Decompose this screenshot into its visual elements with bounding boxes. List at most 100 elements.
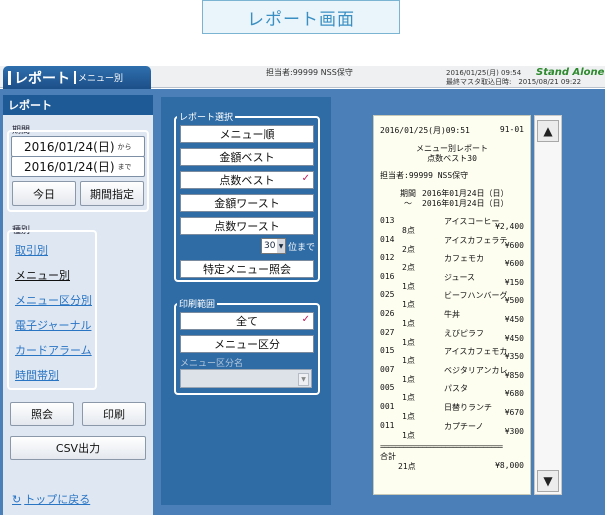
csv-export-button[interactable]: CSV出力: [10, 436, 146, 460]
receipt-datetime: 2016/01/25(月)09:51: [380, 126, 470, 135]
kind-link-transaction[interactable]: 取引別: [15, 242, 48, 258]
receipt-item-name: 日替りランチ: [444, 403, 492, 412]
receipt-item-qty: 1点: [402, 374, 415, 384]
back-to-top-link[interactable]: ↻ トップに戻る: [12, 491, 90, 507]
receipt-item-code: 014: [380, 234, 395, 244]
receipt-item-code: 026: [380, 309, 395, 318]
receipt-item-amount: ¥2,400: [495, 222, 524, 231]
receipt-item-name: パスタ: [444, 384, 468, 394]
report-btn-qty-worst-label: 点数ワースト: [214, 220, 280, 233]
inquiry-button[interactable]: 照会: [10, 402, 74, 426]
receipt-item-code: 016: [380, 271, 395, 281]
receipt-item-code: 012: [380, 253, 395, 263]
scroll-up-button[interactable]: ▲: [537, 120, 559, 142]
check-icon: ✓: [301, 173, 310, 184]
report-btn-amount-best[interactable]: 金額ベスト: [180, 148, 314, 166]
tab-title: レポート: [14, 70, 70, 87]
receipt-item-amount: ¥350: [504, 352, 524, 362]
report-btn-amount-worst-label: 金額ワースト: [214, 197, 280, 210]
receipt-staff: 担当者:99999 NSS保守: [380, 171, 469, 180]
receipt-item-code: 001: [380, 402, 395, 411]
receipt-item-qty: 1点: [402, 412, 415, 421]
receipt-item-name: ジュース: [444, 272, 476, 282]
print-button[interactable]: 印刷: [82, 402, 146, 426]
report-btn-menu-order-label: メニュー順: [219, 128, 275, 141]
report-btn-qty-best[interactable]: 点数ベスト ✓: [180, 171, 314, 189]
back-to-top-label: トップに戻る: [24, 493, 91, 506]
receipt-terminal: 91-01: [499, 125, 524, 134]
date-to-field[interactable]: 2016/01/24(日) まで: [11, 156, 145, 177]
special-menu-inquiry-button[interactable]: 特定メニュー照会: [180, 260, 314, 278]
receipt-total-qty: 21点: [398, 462, 416, 471]
report-btn-amount-best-label: 金額ベスト: [219, 151, 275, 164]
receipt-item-code: 015: [380, 346, 395, 356]
receipt-separator: ================================: [380, 442, 503, 451]
rank-limit-value: 30: [264, 241, 276, 251]
kind-link-card-alarm[interactable]: カードアラーム: [15, 342, 92, 358]
date-from-suffix: から: [117, 142, 132, 151]
print-range-label: 印刷範囲: [177, 297, 218, 310]
left-panel-title: レポート: [3, 95, 153, 115]
range-btn-all-label: 全て: [236, 315, 258, 328]
date-to-suffix: まで: [117, 162, 132, 171]
date-from-field[interactable]: 2016/01/24(日) から: [11, 136, 145, 157]
header-master-fetch: 最終マスタ取込日時: 2015/08/21 09:22: [446, 78, 582, 86]
screen-caption: レポート画面: [202, 0, 400, 34]
tab-marker: [8, 70, 11, 85]
today-button[interactable]: 今日: [12, 181, 76, 206]
receipt-item-name: 牛丼: [444, 310, 460, 319]
receipt-period-tilde: ～: [404, 199, 412, 208]
report-select-label: レポート選択: [177, 110, 236, 123]
kind-link-menu[interactable]: メニュー別: [15, 267, 70, 283]
chevron-down-icon: ▼: [277, 239, 285, 253]
receipt-item-code: 011: [380, 420, 395, 430]
rank-limit-select[interactable]: 30 ▼: [261, 238, 286, 254]
receipt-subtitle: 点数ベスト30: [427, 154, 477, 163]
receipt-item-code: 027: [380, 327, 395, 337]
receipt-item-name: アイスコーヒー: [444, 217, 500, 226]
receipt-item-name: アイスカフェモカ: [444, 347, 508, 357]
report-btn-amount-worst[interactable]: 金額ワースト: [180, 194, 314, 212]
receipt-item-code: 007: [380, 364, 395, 374]
kind-link-time-zone[interactable]: 時間帯別: [15, 367, 59, 383]
receipt-item-qty: 1点: [402, 337, 415, 347]
category-name-label: メニュー区分名: [180, 359, 244, 369]
receipt-item-amount: ¥600: [504, 259, 524, 269]
receipt-item-qty: 2点: [402, 263, 415, 273]
receipt-item-amount: ¥680: [504, 389, 524, 399]
range-btn-menu-category[interactable]: メニュー区分: [180, 335, 314, 353]
kind-link-menu-category[interactable]: メニュー区分別: [15, 292, 92, 308]
receipt-item-name: えびピラフ: [444, 328, 484, 338]
receipt-item-amount: ¥450: [504, 333, 524, 343]
header-staff: 担当者:99999 NSS保守: [266, 68, 353, 77]
receipt-item-code: 025: [380, 290, 395, 300]
receipt-item-name: ビーフハンバーグ: [444, 291, 508, 301]
tab-subtitle: メニュー別: [74, 71, 123, 84]
report-btn-menu-order[interactable]: メニュー順: [180, 125, 314, 143]
receipt-item-qty: 8点: [402, 226, 415, 235]
kind-link-e-journal[interactable]: 電子ジャーナル: [15, 317, 91, 333]
receipt-scrollbar[interactable]: [534, 115, 562, 495]
receipt-item-amount: ¥670: [504, 408, 524, 417]
report-btn-qty-worst[interactable]: 点数ワースト: [180, 217, 314, 235]
receipt-item-name: アイスカフェラテ: [444, 235, 508, 245]
receipt-item-qty: 1点: [402, 319, 415, 328]
check-icon: ✓: [301, 314, 310, 325]
app-tab: レポート メニュー別: [3, 66, 151, 89]
receipt-item-code: 013: [380, 216, 395, 225]
receipt-item-qty: 1点: [402, 356, 415, 366]
category-name-select[interactable]: ▼: [180, 369, 312, 388]
chevron-down-icon: ▼: [298, 373, 309, 386]
scroll-down-button[interactable]: ▼: [537, 470, 559, 492]
receipt-item-code: 005: [380, 383, 395, 393]
chevron-down-icon: ▼: [543, 474, 553, 488]
period-select-button[interactable]: 期間指定: [80, 181, 144, 206]
date-to-value: 2016/01/24(日): [24, 160, 115, 174]
receipt-item-qty: 1点: [402, 430, 415, 440]
report-btn-qty-best-label: 点数ベスト: [219, 174, 275, 187]
chevron-up-icon: ▲: [543, 124, 553, 138]
receipt-item-amount: ¥150: [504, 277, 524, 287]
receipt-item-name: カプチーノ: [444, 421, 484, 431]
range-btn-all[interactable]: 全て ✓: [180, 312, 314, 330]
mode-indicator: Stand Alone: [536, 67, 605, 78]
